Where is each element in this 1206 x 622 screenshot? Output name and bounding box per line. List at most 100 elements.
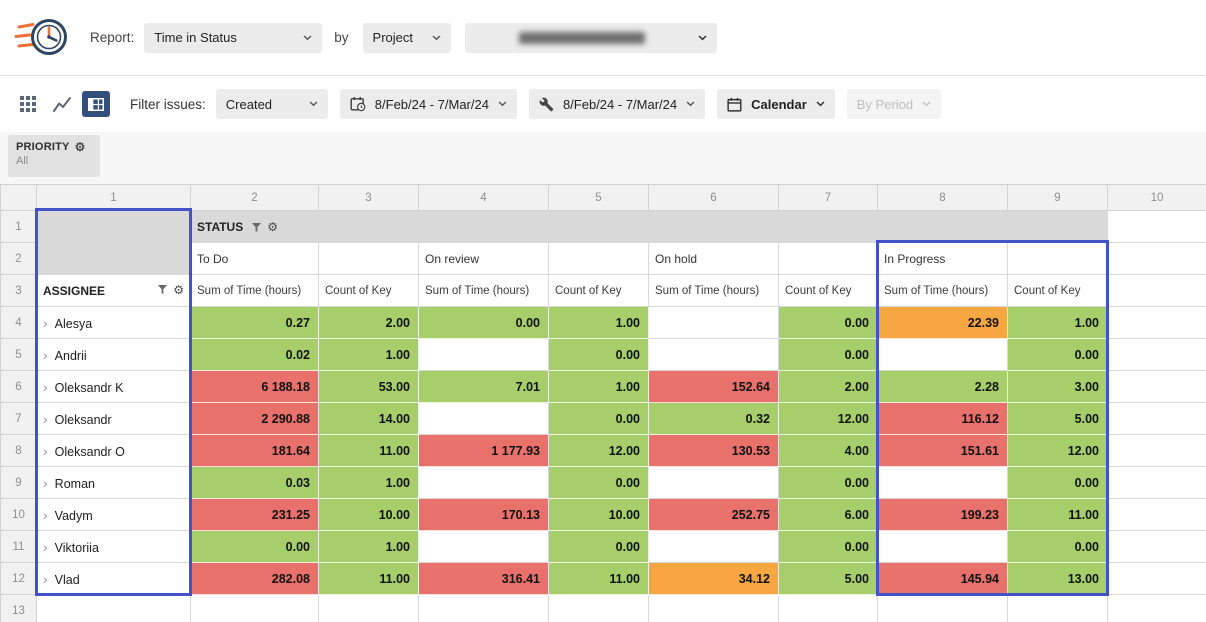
value-cell[interactable]: 130.53 [649,435,779,467]
value-cell[interactable]: 231.25 [191,499,319,531]
value-cell[interactable]: 116.12 [878,403,1008,435]
value-cell[interactable]: 0.00 [1008,531,1108,563]
filter-icon[interactable] [158,285,167,294]
value-cell[interactable]: 170.13 [419,499,549,531]
status-dimension-header[interactable]: STATUS⚙ [191,211,1108,243]
value-cell[interactable]: 12.00 [779,403,878,435]
value-cell[interactable]: 1.00 [1008,307,1108,339]
value-cell[interactable]: 0.00 [549,531,649,563]
value-cell[interactable]: 5.00 [779,563,878,595]
value-cell[interactable]: 11.00 [319,563,419,595]
value-cell[interactable]: 0.00 [419,307,549,339]
measure-header[interactable]: Count of Key [549,275,649,307]
settings-range-select[interactable]: 8/Feb/24 - 7/Mar/24 [529,89,705,119]
value-cell[interactable]: 0.00 [1008,339,1108,371]
value-cell[interactable]: 2.00 [779,371,878,403]
gear-icon[interactable]: ⚙ [267,220,278,234]
expand-icon[interactable]: › [43,475,48,491]
expand-icon[interactable]: › [43,571,48,587]
value-cell[interactable]: 13.00 [1008,563,1108,595]
value-cell[interactable]: 1.00 [549,307,649,339]
value-cell[interactable]: 1.00 [319,467,419,499]
measure-header[interactable]: Sum of Time (hours) [419,275,549,307]
column-number[interactable]: 10 [1108,185,1206,211]
status-member[interactable]: On review [419,243,549,275]
value-cell[interactable]: 0.00 [1008,467,1108,499]
value-cell[interactable]: 34.12 [649,563,779,595]
group-by-select[interactable]: Project [363,23,451,53]
value-cell[interactable] [419,403,549,435]
expand-icon[interactable]: › [43,539,48,555]
gear-icon[interactable]: ⚙ [173,284,184,296]
priority-filter[interactable]: PRIORITY ⚙ All [8,135,100,177]
status-member[interactable]: In Progress [878,243,1008,275]
column-number[interactable]: 5 [549,185,649,211]
value-cell[interactable]: 282.08 [191,563,319,595]
corner-cell[interactable] [1,185,37,211]
status-member[interactable]: To Do [191,243,319,275]
column-number[interactable]: 7 [779,185,878,211]
value-cell[interactable]: 1 177.93 [419,435,549,467]
value-cell[interactable]: 145.94 [878,563,1008,595]
filter-icon[interactable] [252,223,261,232]
value-cell[interactable] [878,531,1008,563]
value-cell[interactable]: 181.64 [191,435,319,467]
value-cell[interactable]: 5.00 [1008,403,1108,435]
value-cell[interactable]: 199.23 [878,499,1008,531]
value-cell[interactable]: 2.28 [878,371,1008,403]
value-cell[interactable]: 12.00 [1008,435,1108,467]
value-cell[interactable] [649,467,779,499]
value-cell[interactable] [419,339,549,371]
value-cell[interactable] [649,531,779,563]
value-cell[interactable]: 0.00 [779,467,878,499]
row-number[interactable]: 6 [1,371,37,403]
value-cell[interactable]: 151.61 [878,435,1008,467]
assignee-member[interactable]: ›Vadym [37,499,191,531]
value-cell[interactable]: 0.00 [779,531,878,563]
value-cell[interactable]: 22.39 [878,307,1008,339]
value-cell[interactable]: 0.02 [191,339,319,371]
measure-header[interactable]: Sum of Time (hours) [649,275,779,307]
status-member[interactable]: On hold [649,243,779,275]
filter-field-select[interactable]: Created [216,89,328,119]
value-cell[interactable] [649,307,779,339]
column-number[interactable]: 3 [319,185,419,211]
value-cell[interactable] [878,339,1008,371]
expand-icon[interactable]: › [43,411,48,427]
assignee-member[interactable]: ›Andrii [37,339,191,371]
value-cell[interactable]: 0.00 [779,307,878,339]
value-cell[interactable]: 0.00 [191,531,319,563]
value-cell[interactable]: 7.01 [419,371,549,403]
value-cell[interactable]: 252.75 [649,499,779,531]
value-cell[interactable]: 6.00 [779,499,878,531]
assignee-member[interactable]: ›Viktoriia [37,531,191,563]
expand-icon[interactable]: › [43,315,48,331]
assignee-member[interactable]: ›Alesya [37,307,191,339]
column-number[interactable]: 8 [878,185,1008,211]
row-number[interactable]: 1 [1,211,37,243]
assignee-member[interactable]: ›Vlad [37,563,191,595]
measure-header[interactable]: Count of Key [779,275,878,307]
column-number[interactable]: 9 [1008,185,1108,211]
table-view-button[interactable] [82,91,110,117]
row-number[interactable]: 4 [1,307,37,339]
row-number[interactable]: 13 [1,595,37,622]
assignee-dimension-header[interactable]: ASSIGNEE⚙ [37,275,191,307]
measure-header[interactable]: Count of Key [1008,275,1108,307]
measure-header[interactable]: Sum of Time (hours) [191,275,319,307]
chart-view-button[interactable] [48,91,76,117]
assignee-member[interactable]: ›Oleksandr O [37,435,191,467]
row-number[interactable]: 12 [1,563,37,595]
value-cell[interactable]: 11.00 [549,563,649,595]
column-number[interactable]: 4 [419,185,549,211]
row-number[interactable]: 5 [1,339,37,371]
expand-icon[interactable]: › [43,347,48,363]
report-type-select[interactable]: Time in Status [144,23,322,53]
assignee-member[interactable]: ›Oleksandr [37,403,191,435]
value-cell[interactable]: 152.64 [649,371,779,403]
value-cell[interactable]: 10.00 [319,499,419,531]
value-cell[interactable]: 2.00 [319,307,419,339]
value-cell[interactable]: 1.00 [549,371,649,403]
value-cell[interactable]: 2 290.88 [191,403,319,435]
value-cell[interactable]: 0.00 [549,467,649,499]
